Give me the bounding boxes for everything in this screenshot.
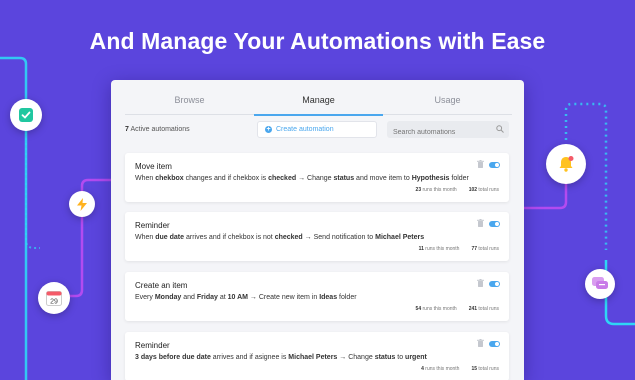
run-stats: 11 runs this month 77 total runs bbox=[419, 246, 499, 252]
automation-description: When chekbox changes and if chekbox is c… bbox=[135, 175, 469, 182]
automation-toggle[interactable] bbox=[489, 281, 500, 287]
automation-title: Reminder bbox=[135, 221, 170, 230]
run-stats: 54 runs this month 241 total runs bbox=[416, 306, 499, 312]
automation-toggle[interactable] bbox=[489, 341, 500, 347]
automation-title: Create an item bbox=[135, 281, 188, 290]
calendar-icon: 29 bbox=[38, 282, 70, 314]
active-count: 7 Active automations bbox=[125, 126, 190, 133]
trash-icon[interactable] bbox=[477, 279, 484, 287]
search-icon[interactable] bbox=[496, 125, 504, 133]
runs-this-month: 54 runs this month bbox=[415, 306, 457, 312]
total-runs: 15 total runs bbox=[471, 366, 499, 372]
search-input[interactable] bbox=[387, 124, 495, 141]
tab-manage[interactable]: Manage bbox=[254, 92, 383, 116]
page-headline: And Manage Your Automations with Ease bbox=[89, 28, 546, 54]
automation-card[interactable]: Create an item Every Monday and Friday at… bbox=[125, 272, 509, 321]
automation-card[interactable]: Reminder When due date arrives and if che… bbox=[125, 212, 509, 261]
automation-description: 3 days before due date arrives and if as… bbox=[135, 354, 427, 361]
runs-this-month: 23 runs this month bbox=[415, 187, 457, 193]
trash-icon[interactable] bbox=[477, 339, 484, 347]
create-automation-label: Create automation bbox=[276, 126, 334, 133]
create-automation-button[interactable]: + Create automation bbox=[257, 121, 377, 138]
chat-icon bbox=[585, 269, 615, 299]
automation-description: When due date arrives and if chekbox is … bbox=[135, 234, 425, 241]
calendar-day: 29 bbox=[50, 299, 58, 306]
automation-toggle[interactable] bbox=[489, 162, 500, 168]
runs-this-month: 11 runs this month bbox=[418, 246, 460, 252]
total-runs: 102 total runs bbox=[468, 187, 499, 193]
plus-icon: + bbox=[265, 126, 272, 133]
total-runs: 77 total runs bbox=[471, 246, 499, 252]
search-box bbox=[387, 121, 509, 141]
automation-title: Move item bbox=[135, 162, 172, 171]
automations-panel: Browse Manage Usage 7 Active automations… bbox=[111, 80, 524, 380]
automation-description: Every Monday and Friday at 10 AM → Creat… bbox=[135, 294, 357, 301]
bell-icon bbox=[546, 144, 586, 184]
lightning-icon bbox=[69, 191, 95, 217]
total-runs: 241 total runs bbox=[468, 306, 499, 312]
automation-card[interactable]: Reminder 3 days before due date arrives a… bbox=[125, 332, 509, 380]
tab-bar: Browse Manage Usage bbox=[125, 92, 512, 116]
tab-browse[interactable]: Browse bbox=[125, 92, 254, 115]
automation-card[interactable]: Move item When chekbox changes and if che… bbox=[125, 153, 509, 202]
run-stats: 23 runs this month 102 total runs bbox=[416, 187, 499, 193]
trash-icon[interactable] bbox=[477, 219, 484, 227]
check-icon bbox=[10, 99, 42, 131]
automation-title: Reminder bbox=[135, 341, 170, 350]
trash-icon[interactable] bbox=[477, 160, 484, 168]
run-stats: 4 runs this month 15 total runs bbox=[421, 366, 499, 372]
automation-toggle[interactable] bbox=[489, 221, 500, 227]
runs-this-month: 4 runs this month bbox=[421, 366, 460, 372]
tab-usage[interactable]: Usage bbox=[383, 92, 512, 115]
active-count-text: Active automations bbox=[128, 126, 190, 133]
